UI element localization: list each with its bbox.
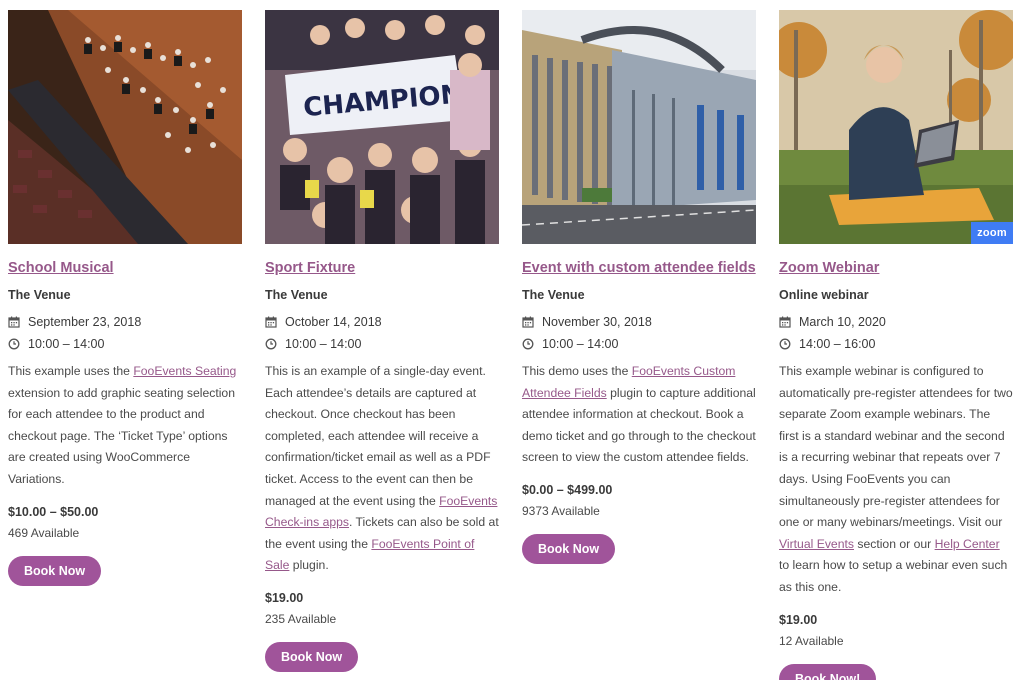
event-image-school-musical[interactable] xyxy=(8,10,242,244)
virtual-events-link[interactable]: Virtual Events xyxy=(779,537,854,551)
event-date: October 14, 2018 xyxy=(285,315,382,329)
clock-icon xyxy=(779,338,791,350)
event-venue: Online webinar xyxy=(779,288,869,302)
event-availability: 9373 Available xyxy=(522,503,600,518)
event-description: This example webinar is configured to au… xyxy=(779,361,1013,599)
event-date-row: September 23, 2018 xyxy=(8,312,242,332)
event-time-row: 10:00 – 14:00 xyxy=(265,334,499,354)
event-venue: The Venue xyxy=(265,288,328,302)
event-venue: The Venue xyxy=(8,288,71,302)
event-time: 10:00 – 14:00 xyxy=(285,337,362,351)
event-title-link[interactable]: Event with custom attendee fields xyxy=(522,258,756,278)
event-availability: 12 Available xyxy=(779,633,844,648)
fooevents-seating-link[interactable]: FooEvents Seating xyxy=(133,364,236,378)
event-time-row: 10:00 – 14:00 xyxy=(8,334,242,354)
description-text: This is an example of a single-day event… xyxy=(265,364,491,508)
event-title-link[interactable]: School Musical xyxy=(8,258,242,278)
webinar-photo xyxy=(779,10,1013,244)
event-price: $19.00 xyxy=(779,612,818,627)
event-date-row: November 30, 2018 xyxy=(522,312,756,332)
event-venue: The Venue xyxy=(522,288,585,302)
calendar-icon xyxy=(779,316,791,328)
book-now-button[interactable]: Book Now xyxy=(265,641,359,672)
event-card: zoom Zoom Webinar Online webinar March 1… xyxy=(779,10,1013,680)
event-date-row: March 10, 2020 xyxy=(779,312,1013,332)
event-availability: 235 Available xyxy=(265,611,337,626)
orchestra-photo xyxy=(8,10,242,244)
event-title-link[interactable]: Zoom Webinar xyxy=(779,258,1013,278)
event-image-zoom-webinar[interactable]: zoom xyxy=(779,10,1013,244)
event-description: This example uses the FooEvents Seating … xyxy=(8,361,242,491)
book-now-button[interactable]: Book Now xyxy=(8,555,102,586)
description-text: This demo uses the xyxy=(522,364,632,378)
description-text: to learn how to setup a webinar even suc… xyxy=(779,558,1008,594)
description-text: plugin. xyxy=(289,558,329,573)
event-date: September 23, 2018 xyxy=(28,315,142,329)
crowd-photo: CHAMPIONS xyxy=(265,10,499,244)
book-now-button[interactable]: Book Now xyxy=(522,533,616,564)
event-date-row: October 14, 2018 xyxy=(265,312,499,332)
calendar-icon xyxy=(8,316,20,328)
help-center-link[interactable]: Help Center xyxy=(935,537,1000,551)
event-card: CHAMPIONS Sport Fixture The Venue Octobe… xyxy=(265,10,499,672)
description-text: section or our xyxy=(853,536,935,551)
event-price: $19.00 xyxy=(265,590,304,605)
event-time: 14:00 – 16:00 xyxy=(799,337,876,351)
clock-icon xyxy=(265,338,277,350)
event-availability: 469 Available xyxy=(8,525,80,540)
description-text: This example webinar is configured to au… xyxy=(779,364,1013,530)
event-price: $0.00 – $499.00 xyxy=(522,482,613,497)
building-photo xyxy=(522,10,756,244)
book-now-button[interactable]: Book Now! xyxy=(779,663,877,680)
event-date: March 10, 2020 xyxy=(799,315,886,329)
clock-icon xyxy=(8,338,20,350)
event-image-custom-fields[interactable] xyxy=(522,10,756,244)
event-time: 10:00 – 14:00 xyxy=(28,337,105,351)
description-text: This example uses the xyxy=(8,364,134,378)
event-title-link[interactable]: Sport Fixture xyxy=(265,258,499,278)
description-text: extension to add graphic seating selecti… xyxy=(8,385,235,486)
event-price: $10.00 – $50.00 xyxy=(8,504,99,519)
event-time-row: 10:00 – 14:00 xyxy=(522,334,756,354)
event-card: Event with custom attendee fields The Ve… xyxy=(522,10,756,564)
event-description: This is an example of a single-day event… xyxy=(265,361,499,577)
event-time: 10:00 – 14:00 xyxy=(542,337,619,351)
calendar-icon xyxy=(522,316,534,328)
event-image-sport-fixture[interactable]: CHAMPIONS xyxy=(265,10,499,244)
event-card: School Musical The Venue September 23, 2… xyxy=(8,10,242,586)
event-time-row: 14:00 – 16:00 xyxy=(779,334,1013,354)
calendar-icon xyxy=(265,316,277,328)
event-date: November 30, 2018 xyxy=(542,315,652,329)
event-description: This demo uses the FooEvents Custom Atte… xyxy=(522,361,756,469)
zoom-logo-badge: zoom xyxy=(971,222,1013,244)
clock-icon xyxy=(522,338,534,350)
